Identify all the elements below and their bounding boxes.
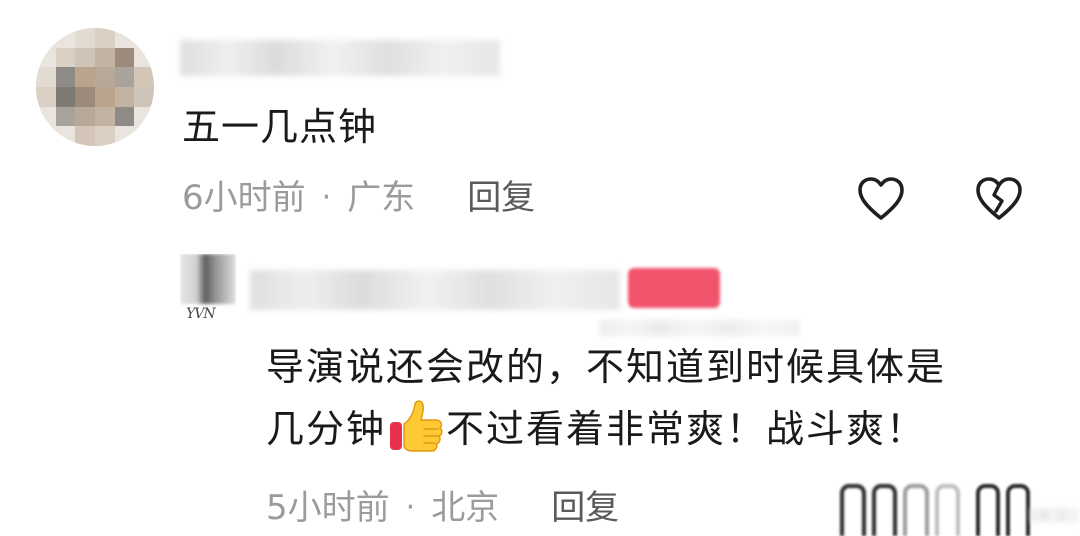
- reply-line-2-start: 几分钟: [266, 407, 387, 451]
- comment-location: 广东: [347, 177, 416, 218]
- avatar-watermark: YVN: [186, 306, 216, 322]
- commenter-username[interactable]: [180, 40, 500, 76]
- reply-like-icon[interactable]: [840, 484, 960, 536]
- meta-separator: ·: [321, 180, 332, 215]
- replier-username[interactable]: [250, 270, 620, 310]
- heart-outline-icon[interactable]: [856, 176, 906, 222]
- reply-time: 5小时前: [266, 487, 390, 528]
- meta-separator: ·: [405, 490, 416, 525]
- comment-meta: 6小时前 · 广东 回复: [182, 180, 535, 215]
- blur-smudge: [1030, 508, 1078, 522]
- comment-reply-button[interactable]: 回复: [467, 181, 535, 215]
- replier-avatar[interactable]: YVN: [180, 254, 236, 328]
- reply-reply-button[interactable]: 回复: [551, 491, 619, 525]
- commenter-avatar[interactable]: [36, 28, 154, 146]
- comment-time: 6小时前: [182, 177, 306, 218]
- reply-location: 北京: [431, 487, 500, 528]
- reply-line-2-end: 不过看着非常爽！战斗爽！: [446, 407, 927, 451]
- reply-dislike-icon[interactable]: [976, 484, 1036, 536]
- reply-line-2: 几分钟 不过看着非常爽！战斗爽！: [266, 398, 1056, 460]
- thumbs-up-emoji: [390, 400, 443, 452]
- reply-text: 导演说还会改的，不知道到时候具体是 几分钟 不过看着非常爽！战斗爽！: [266, 336, 1056, 460]
- reply-meta: 5小时前 · 北京 回复: [266, 490, 619, 525]
- comment-text: 五一几点钟: [182, 105, 378, 149]
- reply-line-1: 导演说还会改的，不知道到时候具体是: [266, 345, 947, 389]
- broken-heart-icon[interactable]: [974, 176, 1024, 222]
- blur-smudge: [600, 320, 800, 336]
- author-badge: [628, 268, 720, 308]
